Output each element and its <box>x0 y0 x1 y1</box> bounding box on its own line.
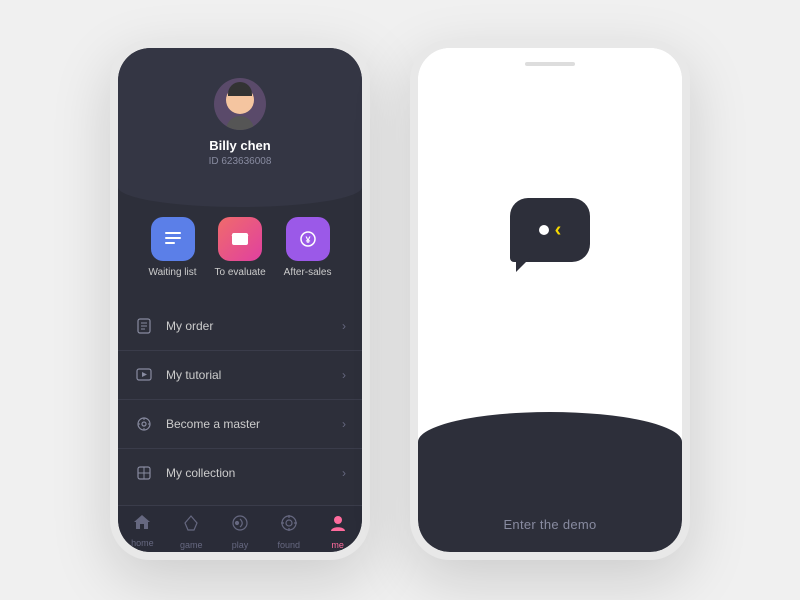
profile-section: Billy chen ID 623636008 <box>118 48 362 187</box>
avatar <box>214 78 266 130</box>
right-bottom-section: Enter the demo <box>418 412 682 552</box>
nav-home[interactable]: home <box>118 514 167 550</box>
nav-found[interactable]: found <box>264 514 313 550</box>
app-container: Billy chen ID 623636008 Waiting list <box>0 0 800 600</box>
chat-logo: ‹ <box>510 194 590 266</box>
user-id: ID 623636008 <box>209 156 272 167</box>
play-icon <box>231 514 249 537</box>
nav-game-label: game <box>180 540 203 550</box>
found-icon <box>280 514 298 537</box>
menu-list: My order › My tutorial › <box>118 294 362 505</box>
nav-found-label: found <box>278 540 301 550</box>
master-chevron: › <box>342 417 346 431</box>
left-phone-screen: Billy chen ID 623636008 Waiting list <box>118 48 362 552</box>
order-chevron: › <box>342 319 346 333</box>
menu-item-order[interactable]: My order › <box>118 302 362 351</box>
logo-arrow: ‹ <box>555 220 562 240</box>
menu-item-master[interactable]: Become a master › <box>118 400 362 449</box>
nav-game[interactable]: game <box>167 514 216 550</box>
waiting-list-icon <box>151 217 195 261</box>
nav-me-label: me <box>331 540 344 550</box>
nav-me[interactable]: me <box>313 514 362 550</box>
action-waiting-list[interactable]: Waiting list <box>149 217 197 278</box>
tutorial-icon <box>134 365 154 385</box>
after-sales-icon: ¥ <box>286 217 330 261</box>
tutorial-chevron: › <box>342 368 346 382</box>
chat-bubble: ‹ <box>510 198 590 262</box>
logo-dot <box>539 225 549 235</box>
master-label: Become a master <box>166 417 342 431</box>
nav-play-label: play <box>232 540 249 550</box>
action-to-evaluate[interactable]: To evaluate <box>215 217 266 278</box>
order-icon <box>134 316 154 336</box>
collection-chevron: › <box>342 466 346 480</box>
menu-item-collection[interactable]: My collection › <box>118 449 362 497</box>
right-top-section: ‹ <box>418 48 682 412</box>
bottom-nav: home game <box>118 505 362 552</box>
svg-text:¥: ¥ <box>305 235 310 245</box>
right-phone-screen: ‹ Enter the demo <box>418 48 682 552</box>
waiting-list-label: Waiting list <box>149 267 197 278</box>
top-bar <box>525 62 575 66</box>
tutorial-label: My tutorial <box>166 368 342 382</box>
me-icon <box>329 514 347 537</box>
user-name: Billy chen <box>209 138 270 153</box>
home-icon <box>133 514 151 535</box>
action-after-sales[interactable]: ¥ After-sales <box>284 217 332 278</box>
collection-label: My collection <box>166 466 342 480</box>
after-sales-label: After-sales <box>284 267 332 278</box>
menu-item-tutorial[interactable]: My tutorial › <box>118 351 362 400</box>
left-phone: Billy chen ID 623636008 Waiting list <box>110 40 370 560</box>
nav-home-label: home <box>131 538 154 548</box>
to-evaluate-label: To evaluate <box>215 267 266 278</box>
to-evaluate-icon <box>218 217 262 261</box>
master-icon <box>134 414 154 434</box>
nav-play[interactable]: play <box>216 514 265 550</box>
game-icon <box>182 514 200 537</box>
order-label: My order <box>166 319 342 333</box>
collection-icon <box>134 463 154 483</box>
enter-demo-text[interactable]: Enter the demo <box>503 517 596 532</box>
right-phone: ‹ Enter the demo <box>410 40 690 560</box>
